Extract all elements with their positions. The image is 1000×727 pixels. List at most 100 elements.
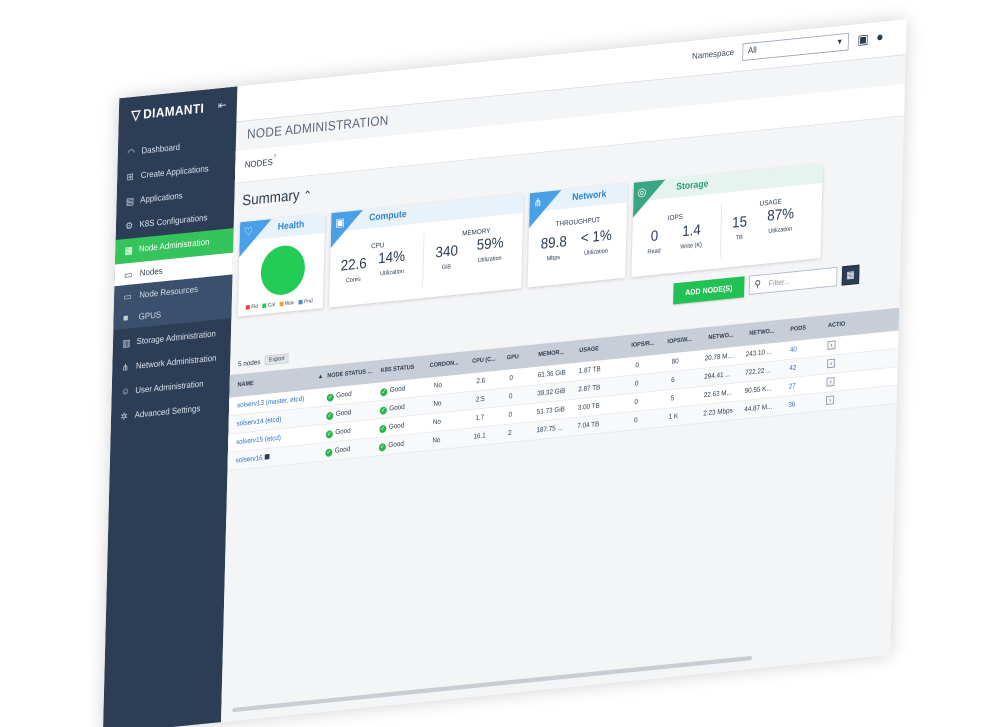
help-icon[interactable]: ? [273,154,276,160]
nodes-table: NAME ▲ NODE STATUS ... K8S STATUS CORDON… [227,307,900,472]
namespace-value: All [747,45,757,57]
gear-icon: ⚙ [125,220,134,233]
sidebar-item-label: User Administration [135,379,204,396]
legend-failed: Fld [251,304,258,311]
sort-asc-icon[interactable]: ▲ [318,373,324,380]
column-settings-button[interactable]: ▦ [841,264,860,286]
node-name-link[interactable]: solserv14 (etcd) [236,415,281,427]
namespace-label: Namespace [691,47,735,62]
storage-card: ◎ Storage IOPS 0 Read 1.4 Write (K) USAG… [631,163,823,278]
legend-swatch-good [262,303,267,309]
iops-write-unit: Write (K) [680,242,703,251]
legend-warning: Wav [284,300,295,307]
node-name-text: solserv16 [235,453,263,465]
col-network-tx[interactable]: NETWO... [749,328,774,337]
usage-tb-value: 15 [731,213,748,232]
iops-write-cell: 5 [670,394,675,403]
cpu-cores-value: 22.6 [340,254,367,275]
k8s-status-cell: ✓ Good [379,403,405,415]
health-card: ♡ Health Fld Cal Wav Pnd [237,213,326,317]
col-node-status[interactable]: NODE STATUS ... [327,369,372,380]
gpu-icon: ■ [122,312,129,324]
iops-read-cell: 0 [633,416,638,425]
summary-toggle[interactable]: Summary ⌃ [242,185,312,209]
database-icon: ◎ [637,184,647,199]
memory-cell: 61.36 GiB [537,368,566,379]
col-cordon[interactable]: CORDON... [430,360,459,369]
row-action-button[interactable]: › [827,340,836,350]
sidebar: ▽ DIAMANTI ⇤ ◠ Dashboard ⊞ Create Applicati… [102,86,238,727]
network-tx-cell: 44.87 M... [744,402,773,414]
k8s-status-text: Good [388,421,405,431]
check-circle-icon: ✓ [379,424,387,434]
network-tx-cell: 243.10 ... [745,347,773,359]
export-button[interactable]: Export [264,353,289,366]
node-name-link[interactable]: solserv15 (etcd) [236,434,281,446]
user-icon[interactable]: ● [876,29,884,45]
col-iops-read[interactable]: IOPS/R... [631,340,654,348]
settings-icon: ✲ [120,411,128,423]
calendar-icon[interactable]: ▣ [857,31,869,48]
namespace-select[interactable]: All ▼ [742,32,849,62]
memory-unit: GiB [441,263,451,271]
col-memory[interactable]: MEMOR... [538,349,564,358]
pods-link[interactable]: 42 [789,363,796,372]
monitor-icon: ▭ [123,269,133,281]
row-action-button[interactable]: › [826,377,835,387]
node-name-link[interactable]: solserv13 (master, etcd) [237,395,304,410]
pods-link[interactable]: 36 [788,400,795,409]
cpu-cell: 2.6 [476,376,486,386]
sidebar-item-label: Network Administration [135,353,217,372]
col-network-rx[interactable]: NETWO... [708,332,733,341]
usage-cell: 1.87 TB [578,364,601,375]
compute-card: ▣ Compute CPU 22.6 Cores 14% Utilization… [329,193,524,308]
legend-swatch-pending [298,299,303,305]
filter-input[interactable]: ⚲ Filter... [748,266,838,295]
row-action-button[interactable]: › [826,358,836,369]
usage-tb-unit: TB [735,234,743,242]
memory-cell: 51.73 GiB [536,405,565,416]
pods-link[interactable]: 40 [790,345,797,354]
cpu-cell: 1.7 [475,413,485,422]
k8s-status-text: Good [389,384,406,394]
add-nodes-button[interactable]: ADD NODE(S) [673,276,745,305]
iops-read-value: 0 [650,227,659,245]
iops-write-cell: 6 [671,375,675,384]
sidebar-item-label: Create Applications [140,164,209,181]
sidebar-item-label: K8S Configurations [139,213,208,230]
logo: ▽ DIAMANTI [131,100,204,123]
pods-link[interactable]: 27 [789,382,796,391]
col-k8s-status[interactable]: K8S STATUS [381,364,415,373]
logo-text: DIAMANTI [143,101,205,123]
gpu-node-icon [264,453,270,460]
col-pods[interactable]: PODS [790,325,806,333]
network-tx-cell: 722.22 ... [745,365,772,377]
database-icon: ▥ [122,337,131,350]
node-status-text: Good [336,389,352,400]
check-circle-icon: ✓ [325,430,333,439]
col-usage[interactable]: USAGE [579,346,599,354]
node-name-link[interactable]: solserv16 [235,453,270,465]
collapse-sidebar-icon[interactable]: ⇤ [218,98,227,113]
check-circle-icon: ✓ [326,411,334,421]
main-content: NODE ADMINISTRATION NODES? Summary ⌃ ♡ H… [221,54,906,723]
iops-read-cell: 0 [634,397,639,406]
col-iops-write[interactable]: IOPS/W... [667,336,691,345]
legend-swatch-failed [245,304,250,310]
legend-good: Cal [267,302,276,309]
network-icon: ⋔ [533,195,543,210]
iops-read-cell: 0 [635,360,640,370]
monitor-icon: ▭ [123,291,132,303]
horizontal-scrollbar[interactable] [232,655,753,713]
col-actions: ACTIO [827,321,846,329]
divider [422,233,425,288]
iops-write-value: 1.4 [681,221,702,240]
cpu-cell: 16.1 [473,431,486,441]
row-action-button[interactable]: › [826,395,835,405]
check-circle-icon: ✓ [378,443,387,452]
sidebar-item-label: GPUS [138,310,162,323]
col-cpu[interactable]: CPU (C... [472,356,496,364]
col-name[interactable]: NAME [237,380,253,388]
col-gpu[interactable]: GPU [507,354,519,361]
divider [719,203,723,258]
